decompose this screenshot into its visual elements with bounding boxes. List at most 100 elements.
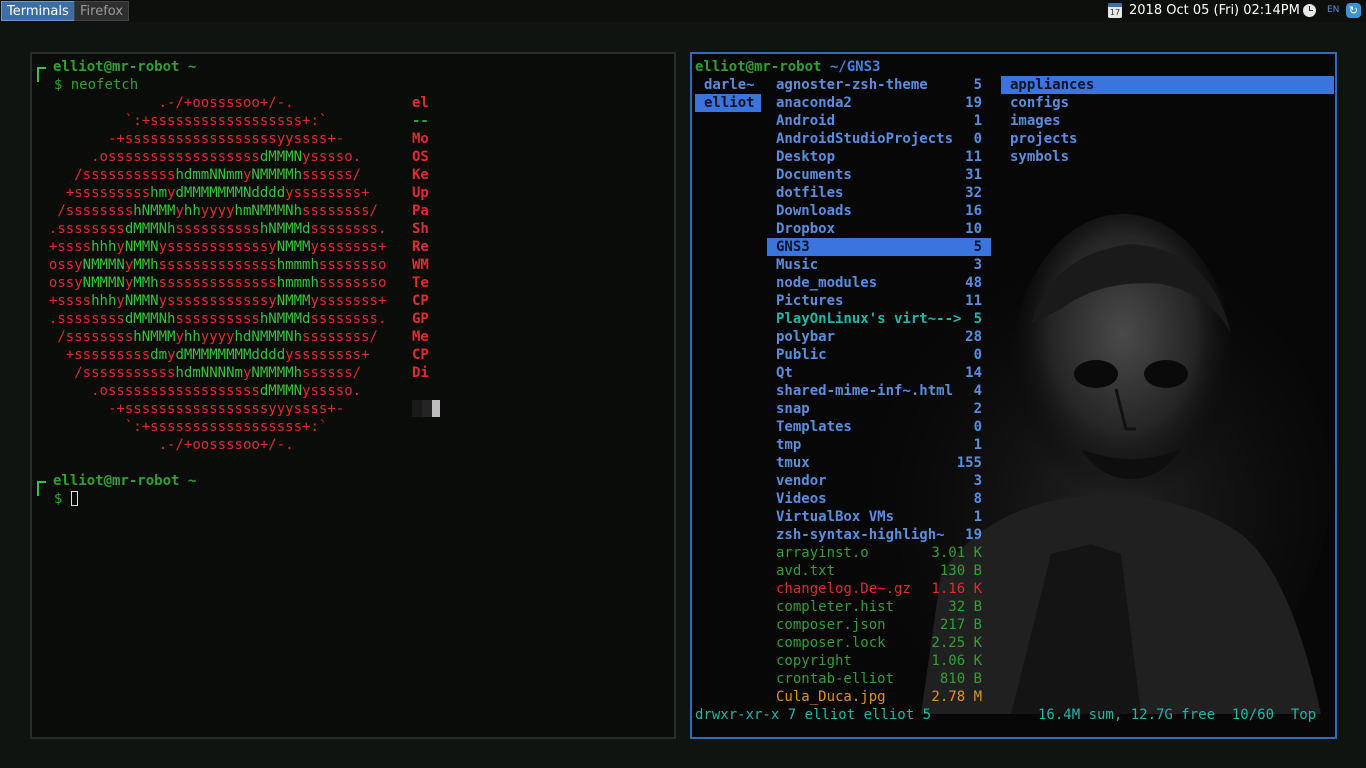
ranger-file-entry[interactable]: AndroidStudioProjects 0 [767, 130, 991, 148]
ascii-line: .-/+oossssoo+/-. [158, 437, 294, 453]
ranger-file-entry[interactable]: Public 0 [767, 346, 991, 364]
ranger-item-name: symbols [1010, 149, 1070, 165]
ascii-line: +ssssssssshmydMMMMMMMNddddyssssssss+ [65, 185, 370, 201]
ranger-item-name: images [1010, 113, 1061, 129]
ascii-line: +sssshhhyNMMNyssssssssssssyNMMMysssssss+ [48, 239, 387, 255]
ranger-file-name: avd.txt [776, 563, 836, 579]
clock-icon[interactable] [1303, 4, 1316, 17]
ranger-file-size: 4 [973, 383, 982, 399]
terminal-window-ranger[interactable]: elliot@mr-robot ~/GNS3 darle~ elliot agno… [690, 52, 1337, 739]
ranger-file-size: 810 B [939, 671, 982, 687]
ranger-file-entry[interactable]: composer.lock 2.25 K [767, 634, 991, 652]
clock-datetime[interactable]: 2018 Oct 05 (Fri) 02:14PM [1129, 2, 1300, 20]
ranger-file-name: node_modules [776, 275, 878, 291]
ranger-file-name: Documents [776, 167, 852, 183]
ranger-file-size: 1 [973, 437, 982, 453]
ranger-file-name: composer.json [776, 617, 886, 633]
ascii-line: .-/+oossssoo+/-. [158, 95, 294, 111]
ranger-file-entry[interactable]: completer.hist 32 B [767, 598, 991, 616]
keyboard-layout-indicator[interactable]: EN [1327, 5, 1339, 15]
ranger-file-size: 5 [973, 311, 982, 327]
ranger-file-entry[interactable]: Pictures 11 [767, 292, 991, 310]
ranger-file-name: dotfiles [776, 185, 844, 201]
ranger-user-host: elliot@mr-robot [695, 59, 822, 75]
prompt-user-host: elliot@mr-robot ~ [53, 59, 197, 75]
ranger-file-entry[interactable]: Videos 8 [767, 490, 991, 508]
ranger-file-size: 32 [965, 185, 982, 201]
neofetch-info-label: GP [412, 311, 429, 327]
ranger-file-entry[interactable]: Templates 0 [767, 418, 991, 436]
ranger-file-entry[interactable]: anaconda2 19 [767, 94, 991, 112]
ranger-file-entry[interactable]: avd.txt 130 B [767, 562, 991, 580]
ranger-file-size: 14 [965, 365, 982, 381]
calendar-icon[interactable]: 17 [1108, 3, 1122, 18]
ranger-file-size: 155 [956, 455, 982, 471]
ranger-file-entry[interactable]: polybar 28 [767, 328, 991, 346]
terminal-window-left[interactable]: elliot@mr-robot ~ $ neofetch .-/+oosssso… [30, 52, 676, 739]
workspace-tab-terminals[interactable]: Terminals [1, 1, 75, 21]
ranger-file-entry[interactable]: Music 3 [767, 256, 991, 274]
ranger-file-size: 10 [965, 221, 982, 237]
ranger-file-entry[interactable]: Android 1 [767, 112, 991, 130]
ranger-file-name: copyright [776, 653, 852, 669]
ranger-file-name: agnoster-zsh-theme [776, 77, 928, 93]
ranger-file-size: 0 [973, 131, 982, 147]
ranger-parent-item[interactable]: darle~ [695, 76, 761, 94]
calendar-day: 17 [1109, 8, 1121, 17]
ranger-file-entry[interactable]: Desktop 11 [767, 148, 991, 166]
ranger-file-entry[interactable]: node_modules 48 [767, 274, 991, 292]
ranger-file-entry[interactable]: PlayOnLinux's virt~--> 5 [767, 310, 991, 328]
system-tray-app-icon[interactable]: ↻ [1346, 3, 1361, 18]
ranger-file-entry[interactable]: dotfiles 32 [767, 184, 991, 202]
ranger-file-name: Dropbox [776, 221, 836, 237]
ranger-file-size: 5 [973, 239, 982, 255]
prompt-command-line: $ [37, 490, 62, 508]
ranger-file-name: Videos [776, 491, 827, 507]
ranger-file-entry[interactable]: Cula_Duca.jpg 2.78 M [767, 688, 991, 706]
ranger-file-entry[interactable]: shared-mime-inf~.html 4 [767, 382, 991, 400]
ranger-status-permissions: drwxr-xr-x 7 elliot elliot 5 [695, 707, 932, 723]
ranger-file-name: Downloads [776, 203, 852, 219]
ranger-file-name: GNS3 [776, 239, 810, 255]
ranger-preview-item[interactable]: configs [1001, 94, 1334, 112]
ranger-preview-item[interactable]: images [1001, 112, 1334, 130]
ascii-line: .ssssssssdMMMNhsssssssssshNMMMdssssssss. [48, 221, 387, 237]
ranger-file-entry[interactable]: changelog.De~.gz 1.16 K [767, 580, 991, 598]
ranger-file-entry[interactable]: Dropbox 10 [767, 220, 991, 238]
ranger-file-entry[interactable]: tmp 1 [767, 436, 991, 454]
ranger-file-entry[interactable]: Downloads 16 [767, 202, 991, 220]
ascii-line: /ssssssssssshdmmNNmmyNMMMMhssssss/ [74, 167, 362, 183]
ranger-file-entry[interactable]: copyright 1.06 K [767, 652, 991, 670]
ascii-line: -+sssssssssssssssssyyyssss+- [107, 401, 345, 417]
ranger-file-entry[interactable]: Qt 14 [767, 364, 991, 382]
ranger-file-name: Cula_Duca.jpg [776, 689, 886, 705]
prompt-symbol: $ [53, 77, 63, 93]
ranger-file-entry[interactable]: crontab-elliot 810 B [767, 670, 991, 688]
ranger-file-size: 2.25 K [931, 635, 982, 651]
ranger-file-entry[interactable]: snap 2 [767, 400, 991, 418]
ranger-file-size: 3.01 K [931, 545, 982, 561]
ranger-preview-item[interactable]: appliances [1001, 76, 1334, 94]
ranger-file-entry[interactable]: vendor 3 [767, 472, 991, 490]
ranger-file-entry[interactable]: zsh-syntax-highligh~ 19 [767, 526, 991, 544]
ranger-preview-item[interactable]: projects [1001, 130, 1334, 148]
ranger-parent-item[interactable]: elliot [695, 94, 761, 112]
workspace-tab-firefox[interactable]: Firefox [74, 1, 130, 21]
ranger-file-entry[interactable]: GNS3 5 [767, 238, 991, 256]
neofetch-info-label: CP [412, 347, 429, 363]
ascii-line: +sssshhhyNMMNyssssssssssssyNMMMysssssss+ [48, 293, 387, 309]
ranger-file-name: changelog.De~.gz [776, 581, 911, 597]
ranger-file-size: 31 [965, 167, 982, 183]
ranger-preview-item[interactable]: symbols [1001, 148, 1334, 166]
ranger-file-name: vendor [776, 473, 827, 489]
ranger-file-entry[interactable]: Documents 31 [767, 166, 991, 184]
ranger-file-entry[interactable]: arrayinst.o 3.01 K [767, 544, 991, 562]
ranger-item-name: appliances [1010, 77, 1095, 93]
ranger-file-entry[interactable]: VirtualBox VMs 1 [767, 508, 991, 526]
ranger-file-size: 2.78 M [931, 689, 982, 705]
ranger-file-entry[interactable]: composer.json 217 B [767, 616, 991, 634]
ranger-file-entry[interactable]: tmux 155 [767, 454, 991, 472]
ranger-file-size: 1.06 K [931, 653, 982, 669]
ranger-file-size: 19 [965, 527, 982, 543]
ranger-file-entry[interactable]: agnoster-zsh-theme 5 [767, 76, 991, 94]
